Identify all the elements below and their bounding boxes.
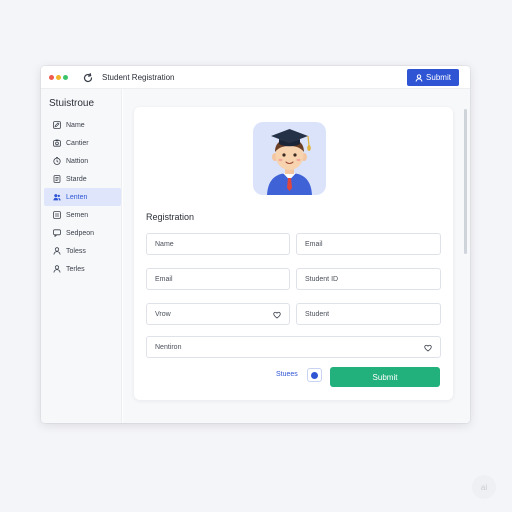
section-title: Registration (146, 212, 195, 222)
email-placeholder: Email (305, 240, 323, 248)
registration-card: Registration Name Email Email Student ID… (134, 107, 453, 400)
heart-icon[interactable] (273, 311, 281, 319)
graduate-icon (267, 129, 312, 195)
scrollbar[interactable] (464, 109, 467, 254)
window-title: Student Registration (102, 73, 175, 82)
student-id-input[interactable]: Student ID (296, 268, 441, 290)
nentiron-input[interactable]: Nentiron (146, 336, 441, 358)
sidebar-item-label: Toless (66, 247, 86, 255)
refresh-icon[interactable] (82, 71, 94, 83)
nentiron-placeholder: Nentiron (155, 343, 182, 351)
sidebar-item-semen[interactable]: Semen (44, 206, 121, 224)
vrow-placeholder: Vrow (155, 310, 171, 318)
user-icon (415, 73, 423, 82)
title-bar: Student Registration Submit (41, 66, 470, 89)
chat-icon (53, 229, 61, 237)
student-placeholder: Student (305, 310, 330, 318)
sidebar-item-sedpeon[interactable]: Sedpeon (44, 224, 121, 242)
name-placeholder: Name (155, 240, 174, 248)
sidebar-item-label: Lenten (66, 193, 88, 201)
list-icon (53, 211, 61, 219)
student-id-placeholder: Student ID (305, 275, 339, 283)
app-window: Student Registration Submit Stuistroue N… (41, 66, 470, 423)
sidebar-item-cantier[interactable]: Cantier (44, 134, 121, 152)
sidebar-item-starde[interactable]: Starde (44, 170, 121, 188)
maximize-window-dot[interactable] (63, 75, 68, 80)
minimize-window-dot[interactable] (56, 75, 61, 80)
sidebar: Stuistroue Name Cantier Nattion Starde L… (41, 89, 122, 423)
sidebar-item-label: Semen (66, 211, 89, 219)
sidebar-item-label: Nattion (66, 157, 89, 165)
sidebar-item-label: Cantier (66, 139, 89, 147)
email-placeholder: Email (155, 275, 173, 283)
person-icon (53, 247, 61, 255)
sidebar-item-toless[interactable]: Toless (44, 242, 121, 260)
main-content: Registration Name Email Email Student ID… (123, 89, 470, 423)
sidebar-item-name[interactable]: Name (44, 116, 121, 134)
document-icon (53, 175, 61, 183)
sidebar-item-label: Sedpeon (66, 229, 95, 237)
sidebar-item-nattion[interactable]: Nattion (44, 152, 121, 170)
clock-icon (53, 157, 61, 165)
student-avatar (253, 122, 326, 195)
sidebar-nav: Name Cantier Nattion Starde Lenten Semen (44, 116, 121, 278)
sidebar-item-label: Terles (66, 265, 85, 273)
close-window-dot[interactable] (49, 75, 54, 80)
toggle-dot-icon (311, 371, 318, 379)
stuees-link[interactable]: Stuees (276, 371, 298, 378)
sidebar-item-terles[interactable]: Terles (44, 260, 121, 278)
camera-icon (53, 139, 61, 147)
top-submit-label: Submit (426, 73, 451, 82)
sidebar-item-lenten[interactable]: Lenten (44, 188, 121, 206)
email-input-right[interactable]: Email (296, 233, 441, 255)
users-icon (53, 194, 61, 201)
sidebar-brand: Stuistroue (49, 98, 95, 109)
top-submit-button[interactable]: Submit (407, 69, 459, 86)
sidebar-item-label: Name (66, 121, 85, 129)
vrow-input[interactable]: Vrow (146, 303, 290, 325)
watermark-logo: ai (472, 475, 496, 499)
student-input[interactable]: Student (296, 303, 441, 325)
toggle-button[interactable] (307, 368, 322, 382)
person-icon (53, 265, 61, 273)
email-input-left[interactable]: Email (146, 268, 290, 290)
sidebar-item-label: Starde (66, 175, 87, 183)
edit-icon (53, 121, 61, 129)
heart-icon[interactable] (424, 344, 432, 352)
submit-button[interactable]: Submit (330, 367, 440, 387)
name-input[interactable]: Name (146, 233, 290, 255)
